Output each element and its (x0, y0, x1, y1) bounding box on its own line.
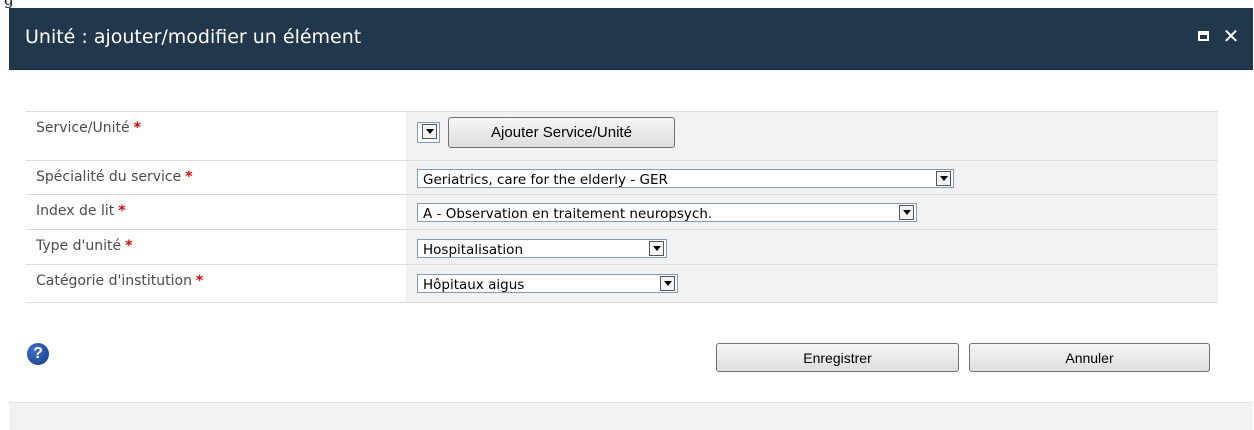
specialite-select[interactable]: Geriatrics, care for the elderly - GER (417, 169, 954, 188)
form-row-index-lit: Index de lit * A - Observation en traitem… (26, 194, 1218, 230)
top-strip: g (0, 0, 1254, 8)
top-strip-text: g (4, 0, 14, 8)
dialog-title: Unité : ajouter/modifier un élément (25, 26, 362, 48)
field-label: Spécialité du service * (36, 169, 193, 185)
dialog-footer-band (9, 402, 1253, 430)
required-marker: * (125, 238, 133, 254)
close-icon[interactable]: ✕ (1221, 26, 1241, 46)
required-marker: * (195, 273, 204, 289)
chevron-down-icon (422, 124, 437, 139)
dialog-titlebar: Unité : ajouter/modifier un élément ✕ (9, 8, 1253, 70)
field-label: Index de lit * (36, 203, 126, 219)
maximize-icon[interactable] (1193, 26, 1213, 46)
form-row-specialite: Spécialité du service * Geriatrics, care … (26, 160, 1218, 195)
dialog-body: Service/Unité * Ajouter Service/Unité Spé… (9, 70, 1253, 430)
save-button[interactable]: Enregistrer (716, 343, 959, 372)
service-unite-select[interactable] (417, 122, 440, 143)
form-row-service-unite: Service/Unité * Ajouter Service/Unité (26, 111, 1218, 161)
required-marker: * (118, 203, 126, 219)
help-icon[interactable]: ? (27, 343, 49, 365)
field-label: Type d'unité * (36, 238, 133, 254)
required-marker: * (133, 120, 141, 136)
form-row-type-unite: Type d'unité * Hospitalisation (26, 229, 1218, 265)
chevron-down-icon (899, 205, 914, 220)
field-label: Service/Unité * (36, 120, 141, 136)
cancel-button[interactable]: Annuler (969, 343, 1210, 372)
chevron-down-icon (936, 171, 951, 186)
field-label: Catégorie d'institution * (36, 273, 204, 289)
chevron-down-icon (649, 241, 664, 256)
form-row-categorie-institution: Catégorie d'institution * Hôpitaux aigus (26, 264, 1218, 303)
index-lit-select[interactable]: A - Observation en traitement neuropsych… (417, 203, 917, 222)
categorie-institution-select[interactable]: Hôpitaux aigus (417, 274, 678, 293)
add-service-unite-button[interactable]: Ajouter Service/Unité (448, 117, 675, 148)
type-unite-select[interactable]: Hospitalisation (417, 239, 667, 258)
chevron-down-icon (660, 276, 675, 291)
required-marker: * (185, 169, 193, 185)
